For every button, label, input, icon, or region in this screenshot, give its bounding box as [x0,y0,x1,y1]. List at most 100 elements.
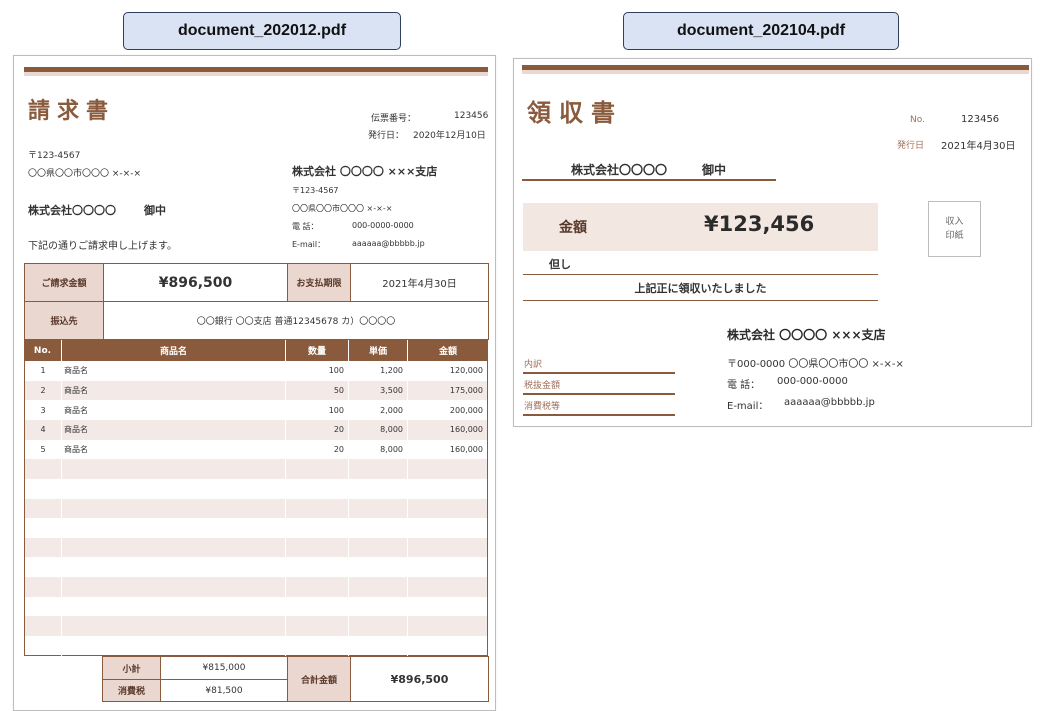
invoice-message: 下記の通りご請求申し上げます。 [28,241,177,252]
stamp-line-1: 収入 [945,217,964,227]
receipt-title: 領収書 [527,99,623,127]
row-no [25,616,62,637]
header-item-name: 商品名 [62,340,286,361]
row-unit-price: 1,200 [349,361,408,381]
row-unit-price [349,636,408,656]
row-item-name [62,596,286,617]
table-row [25,557,487,578]
row-item-name [62,478,286,499]
due-date: 2021年4月30日 [382,279,457,290]
row-no: 2 [25,380,62,401]
stamp-line-2: 印紙 [945,231,964,241]
header-bar-light [24,72,488,76]
issuer-email-label: E-mail： [292,240,326,249]
recipient-address: 〇〇県〇〇市〇〇〇 ×-×-× [28,169,141,179]
header-no: No. [24,340,62,361]
table-row: 1 商品名 100 1,200 120,000 [25,361,487,381]
row-amount [408,499,487,519]
table-row: 5 商品名 20 8,000 160,000 [25,439,487,460]
row-item-name [62,498,286,519]
row-unit-price [349,498,408,519]
note-label: 但し [549,258,571,271]
row-unit-price [349,616,408,637]
receipt-issuer-company: 株式会社 〇〇〇〇 ×××支店 [727,328,886,342]
table-row [25,537,487,558]
row-item-name [62,636,286,656]
header-amount: 金額 [438,347,457,357]
row-amount [408,636,487,656]
row-no [25,478,62,499]
receipt-issue-date: 2021年4月30日 [941,141,1016,152]
row-quantity [286,636,349,656]
row-item-name: 商品名 [62,419,286,440]
issue-date: 2020年12月10日 [413,131,486,141]
row-amount [408,597,487,617]
file-label-receipt: document_202104.pdf [623,12,899,50]
issuer-company: 株式会社 〇〇〇〇 ×××支店 [292,165,438,178]
table-row: 2 商品名 50 3,500 175,000 [25,380,487,401]
row-amount: 160,000 [449,425,483,435]
row-quantity: 20 [286,439,349,460]
consumption-tax-label: 消費税等 [524,402,561,412]
row-item-name [62,557,286,578]
table-row [25,459,487,479]
receipt-issuer-tel: 000-000-0000 [777,376,848,387]
row-unit-price [349,537,408,558]
table-row [25,478,487,499]
row-quantity: 20 [286,419,349,440]
issue-date-label: 発行日： [368,131,405,141]
transfer-details: 〇〇銀行 〇〇支店 普通12345678 カ）〇〇〇〇 [196,317,396,327]
row-item-name: 商品名 [62,380,286,401]
grand-total-value: ¥896,500 [390,672,449,686]
row-no [25,459,62,479]
row-amount [408,616,487,636]
row-quantity [286,478,349,499]
receipt-recipient: 株式会社〇〇〇〇 [571,163,668,177]
header-quantity: 数量 [286,340,349,361]
invoice-title: 請求書 [28,99,116,124]
billing-amount-label: ご請求金額 [25,264,103,301]
row-amount [408,577,487,597]
row-amount: 160,000 [449,444,483,454]
issuer-tel: 000-0000-0000 [352,221,414,230]
row-item-name [62,577,286,597]
row-unit-price: 3,500 [349,380,408,401]
grand-total-label: 合計金額 [288,657,350,701]
row-unit-price [349,459,408,479]
row-quantity [286,557,349,578]
table-row [25,596,487,617]
row-no: 1 [25,361,62,381]
receipt-no: 123456 [961,114,1000,125]
due-date-label: お支払期限 [288,264,350,301]
row-no: 5 [25,439,62,460]
row-item-name [62,537,286,558]
subtotal-label: 小計 [103,657,160,679]
header-unit-price: 単価 [349,340,408,361]
row-unit-price [349,596,408,617]
table-row [25,577,487,597]
recipient-postal: 〒123-4567 [28,151,81,161]
row-quantity [286,537,349,558]
row-unit-price [349,478,408,499]
receipt-issue-label: 発行日 [897,141,925,151]
row-item-name: 商品名 [62,439,286,460]
row-unit-price [349,557,408,578]
receipt-issuer-email: aaaaaa@bbbbb.jp [784,397,875,408]
recipient-underline [522,179,776,181]
receipt-confirmation: 上記正に領収いたしました [634,282,767,295]
row-unit-price: 8,000 [349,419,408,440]
row-item-name: 商品名 [62,400,286,420]
breakdown-label: 内訳 [524,360,543,370]
row-unit-price [349,577,408,597]
row-item-name: 商品名 [62,361,286,381]
row-no [25,557,62,578]
row-no [25,596,62,617]
row-amount [408,459,487,479]
receipt-issuer-address: 〒000-0000 〇〇県〇〇市〇〇 ×-×-× [727,359,904,370]
recipient-company: 株式会社〇〇〇〇 [28,204,116,217]
tax-label: 消費税 [103,680,160,701]
row-quantity [286,616,349,637]
row-unit-price [349,518,408,538]
row-amount: 120,000 [449,366,483,376]
row-item-name [62,518,286,538]
